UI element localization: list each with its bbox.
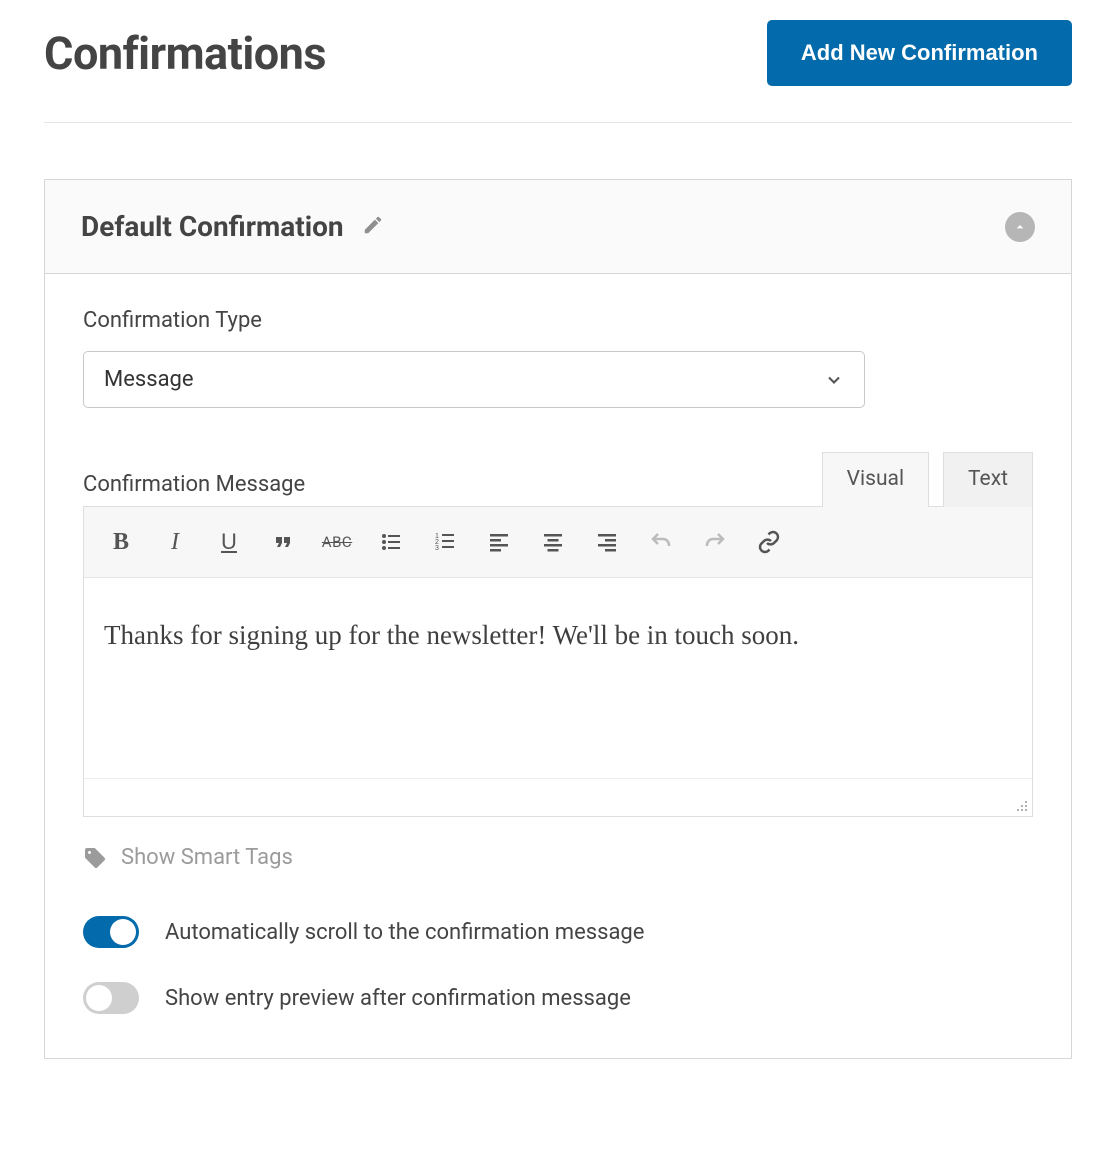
align-left-icon bbox=[487, 530, 511, 554]
pencil-icon bbox=[362, 214, 384, 236]
tag-icon bbox=[83, 846, 107, 870]
page-title: Confirmations bbox=[44, 27, 326, 80]
resize-grip-icon[interactable] bbox=[1012, 796, 1028, 812]
chevron-down-icon bbox=[824, 370, 844, 390]
tab-text[interactable]: Text bbox=[943, 452, 1033, 507]
editor-toolbar: B I U ABC 123 bbox=[84, 507, 1032, 578]
link-button[interactable] bbox=[744, 517, 794, 567]
numbered-list-button[interactable]: 123 bbox=[420, 517, 470, 567]
blockquote-button[interactable] bbox=[258, 517, 308, 567]
redo-button[interactable] bbox=[690, 517, 740, 567]
panel-header-left: Default Confirmation bbox=[81, 210, 384, 243]
confirmation-panel: Default Confirmation Confirmation Type M… bbox=[44, 179, 1072, 1059]
editor-box: B I U ABC 123 bbox=[83, 506, 1033, 817]
autoscroll-label: Automatically scroll to the confirmation… bbox=[165, 920, 644, 945]
add-new-confirmation-button[interactable]: Add New Confirmation bbox=[767, 20, 1072, 86]
confirmation-type-select[interactable]: Message bbox=[83, 351, 865, 408]
italic-icon: I bbox=[171, 529, 179, 556]
align-right-button[interactable] bbox=[582, 517, 632, 567]
underline-button[interactable]: U bbox=[204, 517, 254, 567]
confirmation-type-value: Message bbox=[104, 367, 194, 392]
align-center-icon bbox=[541, 530, 565, 554]
show-smart-tags-button[interactable]: Show Smart Tags bbox=[83, 845, 1033, 870]
bullet-list-icon bbox=[379, 530, 403, 554]
svg-text:3: 3 bbox=[435, 545, 439, 552]
strikethrough-icon: ABC bbox=[322, 533, 352, 551]
underline-icon: U bbox=[221, 529, 237, 555]
align-center-button[interactable] bbox=[528, 517, 578, 567]
bulleted-list-button[interactable] bbox=[366, 517, 416, 567]
link-icon bbox=[757, 530, 781, 554]
numbered-list-icon: 123 bbox=[433, 530, 457, 554]
strikethrough-button[interactable]: ABC bbox=[312, 517, 362, 567]
undo-button[interactable] bbox=[636, 517, 686, 567]
collapse-panel-button[interactable] bbox=[1005, 212, 1035, 242]
bold-icon: B bbox=[113, 529, 129, 556]
bold-button[interactable]: B bbox=[96, 517, 146, 567]
align-right-icon bbox=[595, 530, 619, 554]
tab-visual[interactable]: Visual bbox=[822, 452, 929, 507]
autoscroll-toggle[interactable] bbox=[83, 916, 139, 948]
undo-icon bbox=[649, 530, 673, 554]
editor-header-row: Confirmation Message Visual Text bbox=[83, 452, 1033, 507]
entry-preview-label: Show entry preview after confirmation me… bbox=[165, 986, 631, 1011]
toggle-knob bbox=[110, 919, 136, 945]
toggle-knob bbox=[86, 985, 112, 1011]
align-left-button[interactable] bbox=[474, 517, 524, 567]
entry-preview-toggle-row: Show entry preview after confirmation me… bbox=[83, 982, 1033, 1014]
entry-preview-toggle[interactable] bbox=[83, 982, 139, 1014]
chevron-up-icon bbox=[1012, 219, 1028, 235]
editor-tabs: Visual Text bbox=[822, 452, 1033, 507]
confirmation-type-label: Confirmation Type bbox=[83, 308, 1033, 333]
show-smart-tags-label: Show Smart Tags bbox=[121, 845, 293, 870]
italic-button[interactable]: I bbox=[150, 517, 200, 567]
autoscroll-toggle-row: Automatically scroll to the confirmation… bbox=[83, 916, 1033, 948]
quote-icon bbox=[271, 530, 295, 554]
page-header: Confirmations Add New Confirmation bbox=[44, 20, 1072, 123]
editor-footer bbox=[84, 778, 1032, 816]
editor-content[interactable]: Thanks for signing up for the newsletter… bbox=[84, 578, 1032, 778]
panel-header: Default Confirmation bbox=[45, 180, 1071, 274]
panel-body: Confirmation Type Message Confirmation M… bbox=[45, 274, 1071, 1058]
edit-title-button[interactable] bbox=[362, 214, 384, 240]
redo-icon bbox=[703, 530, 727, 554]
confirmation-message-label: Confirmation Message bbox=[83, 472, 305, 497]
panel-title: Default Confirmation bbox=[81, 210, 344, 243]
